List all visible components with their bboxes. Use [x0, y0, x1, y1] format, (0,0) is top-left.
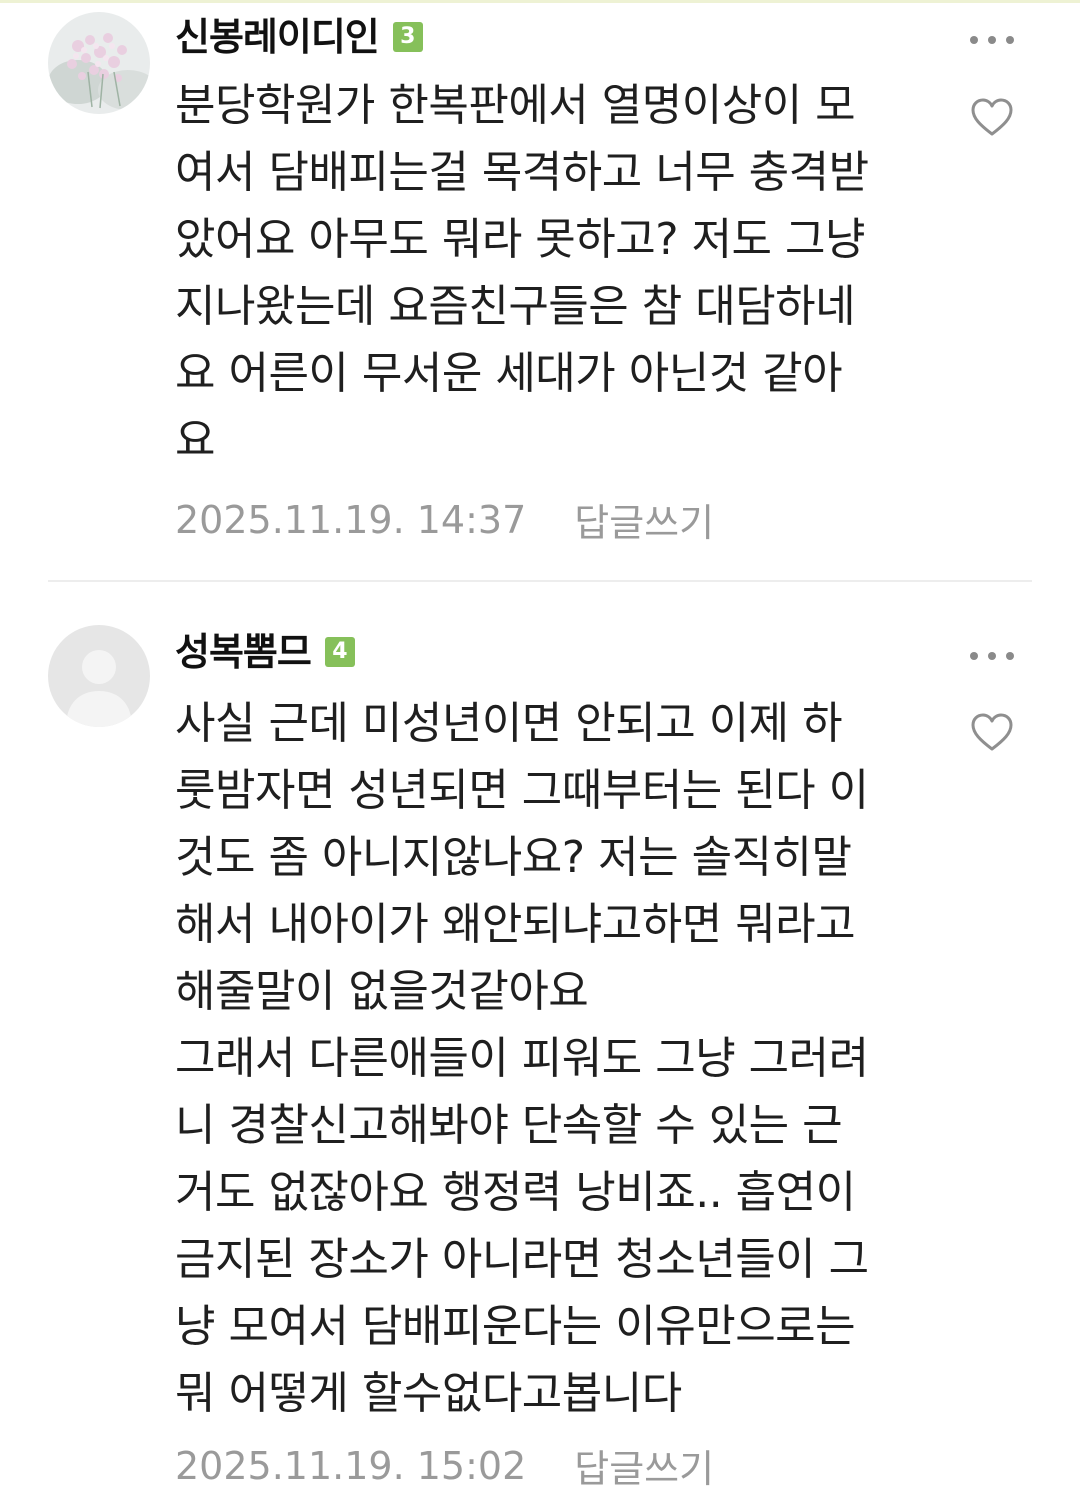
author-row: 성복뽐므 4: [175, 629, 355, 675]
comment-text: 분당학원가 한복판에서 열명이상이 모 여서 담배피는걸 목격하고 너무 충격받…: [175, 80, 869, 466]
level-badge: 4: [324, 637, 355, 667]
comment-date: 2025.11.19. 15:02: [175, 1443, 527, 1488]
comment-divider: [48, 580, 1032, 582]
comment-meta: 2025.11.19. 15:02 답글쓰기: [175, 1438, 714, 1493]
author-name[interactable]: 성복뽐므: [175, 629, 312, 675]
comment-text: 사실 근데 미성년이면 안되고 이제 하 룻밤자면 성년되면 그때부터는 된다 …: [175, 698, 869, 1419]
heart-icon[interactable]: [970, 97, 1014, 137]
reply-button[interactable]: 답글쓰기: [574, 1438, 714, 1493]
level-badge: 3: [392, 22, 423, 52]
more-options-icon[interactable]: [970, 644, 1014, 668]
avatar[interactable]: [48, 625, 150, 727]
comment-item: 신봉레이디인 3 분당학원가 한복판에서 열명이상이 모 여서 담배피는걸 목격…: [0, 0, 1080, 580]
heart-icon[interactable]: [970, 712, 1014, 752]
comment-meta: 2025.11.19. 14:37 답글쓰기: [175, 492, 714, 547]
comment-date: 2025.11.19. 14:37: [175, 497, 527, 542]
avatar[interactable]: [48, 12, 150, 114]
more-options-icon[interactable]: [970, 28, 1014, 52]
comment-item: 성복뽐므 4 사실 근데 미성년이면 안되고 이제 하 룻밤자면 성년되면 그때…: [0, 584, 1080, 1507]
reply-button[interactable]: 답글쓰기: [574, 492, 714, 547]
default-person-avatar-icon: [48, 625, 150, 727]
flower-photo-avatar-icon: [48, 12, 150, 114]
author-name[interactable]: 신봉레이디인: [175, 14, 380, 60]
author-row: 신봉레이디인 3: [175, 14, 423, 60]
